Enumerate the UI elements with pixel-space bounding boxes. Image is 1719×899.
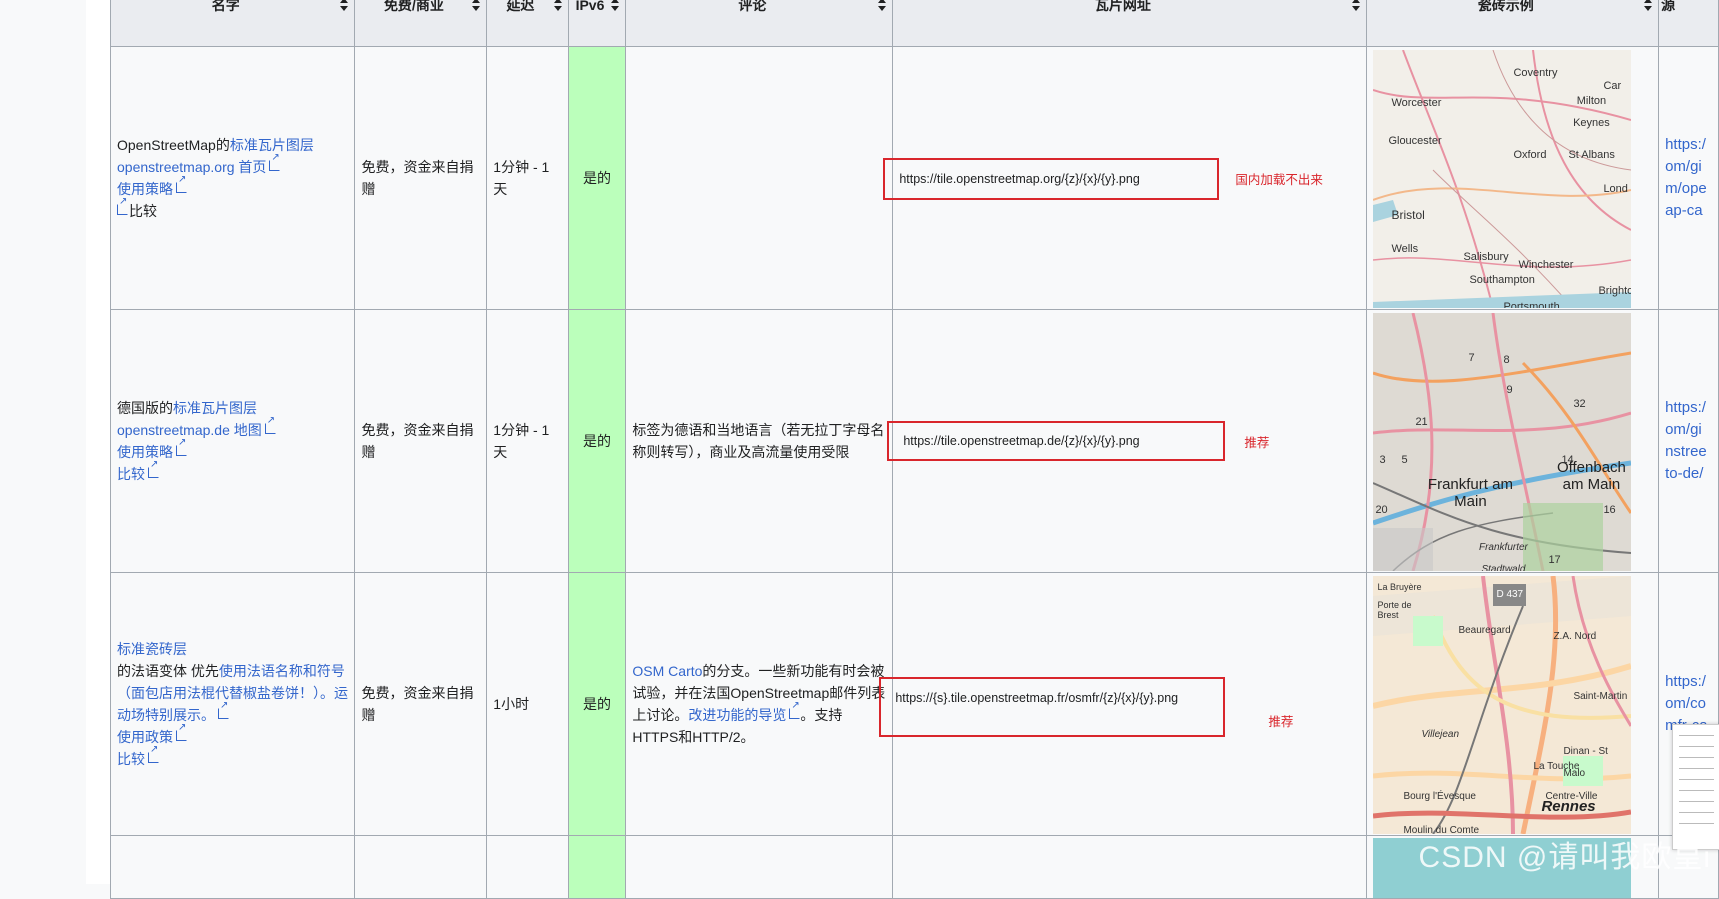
free-cell: 免费，资金来自捐赠: [354, 46, 488, 310]
col-header-latency[interactable]: 延迟: [486, 0, 569, 47]
latency-cell: 1分钟 - 1天: [486, 46, 569, 310]
annotation-note: 推荐: [1244, 436, 1270, 450]
external-link-icon: [176, 723, 187, 741]
col-header-source[interactable]: 源: [1658, 0, 1719, 47]
map-roads: [1373, 313, 1632, 571]
ipv6-cell: 是的: [567, 309, 627, 573]
home-link[interactable]: openstreetmap.org 首页: [117, 153, 281, 175]
standard-layer-link[interactable]: 标准瓦片图层: [230, 137, 314, 153]
standard-layer-link[interactable]: 标准瓦片图层: [173, 400, 257, 416]
sort-icon[interactable]: [611, 0, 620, 12]
tile-servers-table: 名字 免费/商业 延迟 IPv6 评论 瓦片网址 瓷砖示例 源 OpenStre…: [109, 0, 1719, 899]
compare-link[interactable]: 比较: [117, 197, 157, 219]
map-tile-image: D 437 Porte de Brest La Bruyère Beaurega…: [1373, 576, 1632, 834]
table-row: OpenStreetMap的标准瓦片图层 openstreetmap.org 首…: [109, 46, 1719, 310]
latency-cell: 1分钟 - 1天: [486, 309, 569, 573]
url-cell: [892, 835, 1368, 899]
free-cell: [354, 835, 488, 899]
example-cell: Coventry Worcester Milton Keynes Glouces…: [1366, 46, 1660, 310]
external-link-icon: [264, 416, 276, 434]
sort-icon[interactable]: [340, 0, 349, 12]
external-link-icon: [269, 153, 281, 171]
name-cell: 标准瓷砖层 的法语变体 优先使用法语名称和符号（面包店用法棍代替椒盐卷饼！）。运…: [109, 572, 356, 836]
col-header-name[interactable]: 名字: [109, 0, 356, 47]
external-link-icon: [789, 701, 801, 719]
free-cell: 免费，资金来自捐赠: [354, 309, 488, 573]
url-cell: https://tile.openstreetmap.org/{z}/{x}/{…: [883, 46, 1368, 310]
map-tile-image: Coventry Worcester Milton Keynes Glouces…: [1373, 50, 1632, 308]
comment-cell: 标签为德语和当地语言（若无拉丁字母名称则转写），商业及高流量使用受限: [625, 309, 894, 573]
header-row: 名字 免费/商业 延迟 IPv6 评论 瓦片网址 瓷砖示例 源: [109, 0, 1719, 47]
annotation-note: 推荐: [1268, 715, 1294, 729]
left-margin: [0, 0, 110, 884]
example-cell: Frankfurt am Main Offenbach am Main Fran…: [1366, 309, 1660, 573]
source-cell[interactable]: https:/om/gi m/ope ap-ca: [1658, 46, 1719, 310]
table-row: 标准瓷砖层 的法语变体 优先使用法语名称和符号（面包店用法棍代替椒盐卷饼！）。运…: [109, 572, 1719, 836]
sort-icon[interactable]: [1352, 0, 1361, 12]
ipv6-cell: 是的: [567, 46, 627, 310]
name-cell: [109, 835, 356, 899]
comment-cell: [625, 46, 894, 310]
compare-link[interactable]: 比较: [117, 745, 159, 767]
name-cell: 德国版的标准瓦片图层 openstreetmap.de 地图 使用策略 比较: [109, 309, 356, 573]
sort-icon[interactable]: [553, 0, 562, 12]
home-link[interactable]: openstreetmap.de 地图: [117, 416, 276, 438]
free-cell: 免费，资金来自捐赠: [354, 572, 488, 836]
watermark: CSDN @请叫我欧皇i: [1418, 841, 1711, 874]
col-header-ipv6[interactable]: IPv6: [567, 0, 627, 47]
external-link-icon: [218, 701, 229, 719]
comment-cell: [625, 835, 894, 899]
ipv6-cell: [567, 835, 627, 899]
map-tile-image: Frankfurt am Main Offenbach am Main Fran…: [1373, 313, 1632, 571]
url-cell: https://tile.openstreetmap.de/{z}/{x}/{y…: [887, 309, 1368, 573]
policy-link[interactable]: 使用策略: [117, 175, 187, 197]
source-cell[interactable]: https:/om/gi nstree to-de/: [1658, 309, 1719, 573]
policy-link[interactable]: 使用策略: [117, 438, 187, 460]
col-header-example[interactable]: 瓷砖示例: [1366, 0, 1660, 47]
example-cell: D 437 Porte de Brest La Bruyère Beaurega…: [1366, 572, 1660, 836]
standard-layer-link[interactable]: 标准瓷砖层: [117, 641, 187, 657]
sort-icon[interactable]: [1644, 0, 1653, 12]
policy-link[interactable]: 使用政策: [117, 723, 187, 745]
name-cell: OpenStreetMap的标准瓦片图层 openstreetmap.org 首…: [109, 46, 356, 310]
osm-carto-link[interactable]: OSM Carto: [632, 663, 702, 679]
url-cell: https://{s}.tile.openstreetmap.fr/osmfr/…: [879, 572, 1368, 836]
annotation-note: 国内加载不出来: [1235, 173, 1323, 187]
comment-cell: OSM Carto的分支。一些新功能有时会被试验，并在法国OpenStreetm…: [625, 572, 894, 836]
col-header-free[interactable]: 免费/商业: [354, 0, 488, 47]
external-link-icon: [148, 745, 159, 763]
latency-cell: 1小时: [486, 572, 569, 836]
external-link-icon: [176, 438, 187, 456]
url-highlight-box: https://tile.openstreetmap.org/{z}/{x}/{…: [883, 158, 1220, 200]
external-link-icon: [176, 175, 187, 193]
url-highlight-box: https://tile.openstreetmap.de/{z}/{x}/{y…: [887, 421, 1226, 461]
sort-icon[interactable]: [878, 0, 887, 12]
url-highlight-box: https://{s}.tile.openstreetmap.fr/osmfr/…: [879, 677, 1226, 737]
table-row: 德国版的标准瓦片图层 openstreetmap.de 地图 使用策略 比较 免…: [109, 309, 1719, 573]
compare-link[interactable]: 比较: [117, 460, 159, 482]
improvements-tour-link[interactable]: 改进功能的导览: [688, 701, 801, 723]
ipv6-cell: 是的: [567, 572, 627, 836]
latency-cell: [486, 835, 569, 899]
external-link-icon: [148, 460, 159, 478]
sort-icon[interactable]: [472, 0, 481, 12]
col-header-url[interactable]: 瓦片网址: [892, 0, 1368, 47]
col-header-comment[interactable]: 评论: [625, 0, 894, 47]
external-link-icon: [117, 197, 128, 215]
